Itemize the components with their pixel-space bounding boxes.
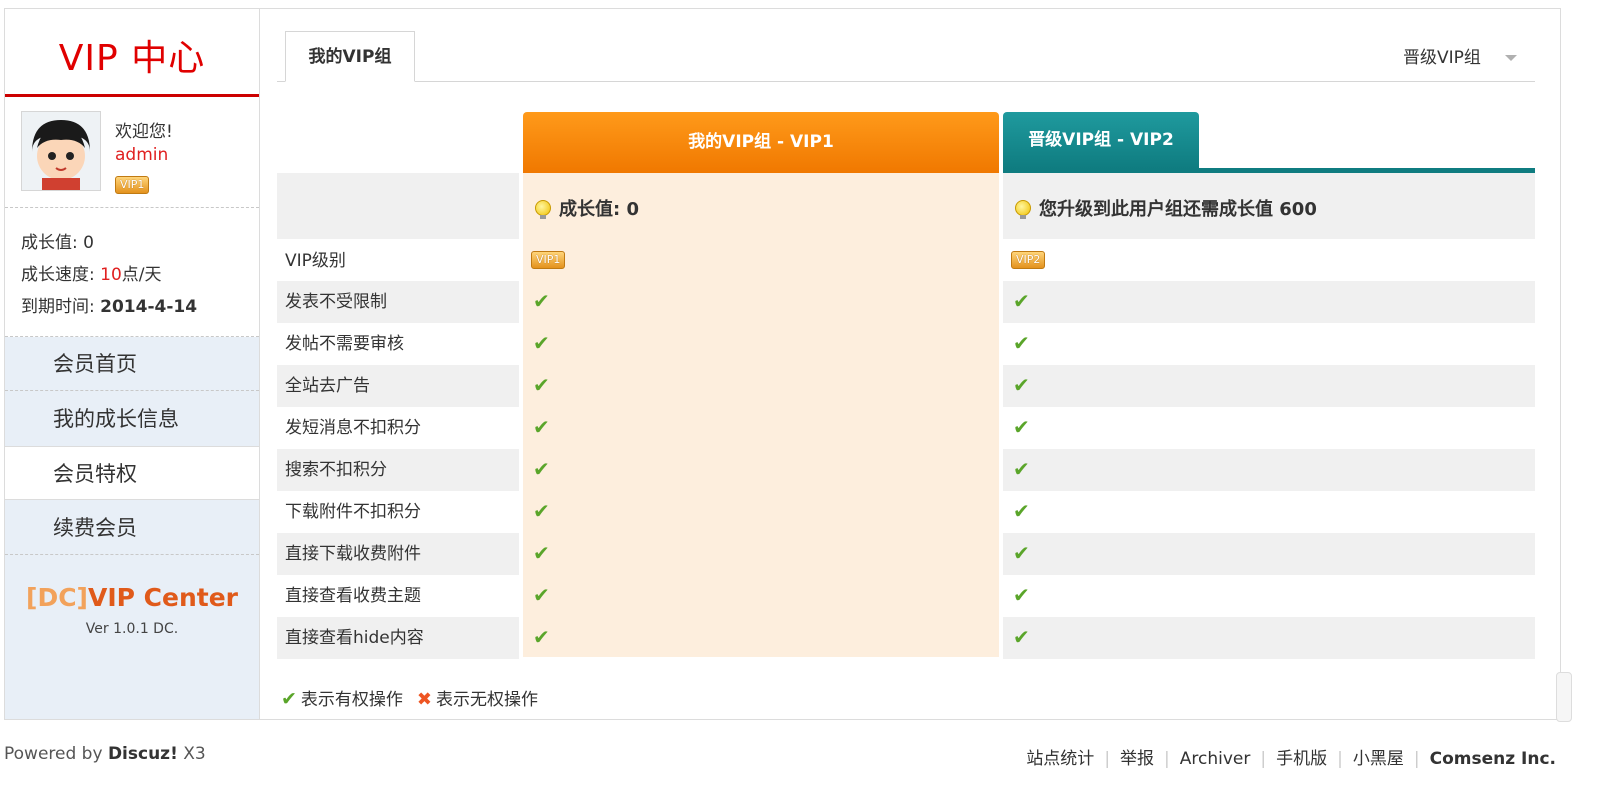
privilege-label: 下载附件不扣积分 xyxy=(285,502,421,522)
avatar[interactable] xyxy=(21,111,101,191)
legend: ✔ 表示有权操作 ✖ 表示无权操作 xyxy=(281,688,539,710)
table-row: 发帖不需要审核 ✔ ✔ xyxy=(277,323,1535,365)
footer-link-stats[interactable]: 站点统计 xyxy=(1026,749,1094,769)
footer-link-blackroom[interactable]: 小黑屋 xyxy=(1353,749,1404,769)
brand-version: Ver 1.0.1 DC. xyxy=(85,621,179,637)
page-title: VIP 中心 xyxy=(58,38,206,79)
powered-by: Powered by Discuz! X3 xyxy=(4,744,206,764)
welcome-text: 欢迎您! xyxy=(115,122,173,142)
check-icon: ✔ xyxy=(533,541,550,565)
tab-my-vip-group[interactable]: 我的VIP组 xyxy=(285,31,415,82)
user-card: 欢迎您! admin VIP1 xyxy=(5,97,259,208)
brand-logo: [DC]VIP Center xyxy=(26,583,238,612)
discuz-link[interactable]: Discuz! xyxy=(108,744,178,764)
table-row: 发短消息不扣积分 ✔ ✔ xyxy=(277,407,1535,449)
check-icon: ✔ xyxy=(1013,289,1030,313)
expire-stat: 到期时间: 2014-4-14 xyxy=(21,297,198,317)
sidebar-item-member-privileges[interactable]: 会员特权 xyxy=(5,446,259,500)
chevron-down-icon xyxy=(1504,55,1517,61)
check-icon: ✔ xyxy=(533,583,550,607)
sidebar: VIP 中心 欢迎您! admin VIP1 成长值: 0 成长速度: 10点/… xyxy=(5,9,260,719)
sidebar-item-renew-membership[interactable]: 续费会员 xyxy=(5,501,259,555)
check-icon: ✔ xyxy=(1013,373,1030,397)
vip-center-frame: VIP 中心 欢迎您! admin VIP1 成长值: 0 成长速度: 10点/… xyxy=(4,8,1561,720)
sidebar-header: VIP 中心 xyxy=(5,9,259,97)
privilege-label: 直接查看收费主题 xyxy=(285,586,421,606)
privilege-label: 直接查看hide内容 xyxy=(277,617,519,659)
speed-stat: 成长速度: 10点/天 xyxy=(21,265,162,285)
check-icon: ✔ xyxy=(1013,625,1030,649)
cross-icon: ✖ xyxy=(416,689,433,710)
check-icon: ✔ xyxy=(281,688,297,710)
scroll-handle[interactable] xyxy=(1556,672,1572,722)
table-row: 发表不受限制 ✔ ✔ xyxy=(277,281,1535,323)
avatar-image-icon xyxy=(22,112,100,190)
privilege-label: 发短消息不扣积分 xyxy=(285,418,421,438)
upgrade-vip-dropdown[interactable]: 晋级VIP组 xyxy=(1403,43,1517,68)
current-group-header: 我的VIP组 - VIP1 xyxy=(523,112,999,173)
check-icon: ✔ xyxy=(533,415,550,439)
vip1-badge-icon: VIP1 xyxy=(115,176,150,194)
footer-link-mobile[interactable]: 手机版 xyxy=(1276,749,1327,769)
growth-row: 成长值: 0 您升级到此用户组还需成长值 600 xyxy=(277,173,1535,239)
table-row: 直接下载收费附件 ✔ ✔ xyxy=(277,533,1535,575)
sidebar-item-growth-info[interactable]: 我的成长信息 xyxy=(5,392,259,446)
privilege-label: 全站去广告 xyxy=(277,365,519,407)
user-stats: 成长值: 0 成长速度: 10点/天 到期时间: 2014-4-14 xyxy=(5,208,259,337)
vip2-badge-icon: VIP2 xyxy=(1011,251,1046,269)
footer-link-report[interactable]: 举报 xyxy=(1120,749,1154,769)
footer-link-comsenz[interactable]: Comsenz Inc. xyxy=(1430,749,1556,769)
table-row: 直接查看收费主题 ✔ ✔ xyxy=(277,575,1535,617)
upgrade-group-header[interactable]: 晋级VIP组 - VIP2 xyxy=(1003,112,1199,169)
table-row: 全站去广告 ✔ ✔ xyxy=(277,365,1535,407)
check-icon: ✔ xyxy=(1013,331,1030,355)
lightbulb-icon xyxy=(1015,200,1031,219)
privilege-label: 发帖不需要审核 xyxy=(285,334,404,354)
vip1-badge-icon: VIP1 xyxy=(531,251,566,269)
check-icon: ✔ xyxy=(533,373,550,397)
privilege-label: 发表不受限制 xyxy=(277,281,519,323)
check-icon: ✔ xyxy=(533,331,550,355)
table-row: 直接查看hide内容 ✔ ✔ xyxy=(277,617,1535,659)
privilege-label: 搜索不扣积分 xyxy=(277,449,519,491)
username-link[interactable]: admin xyxy=(115,145,168,165)
check-icon: ✔ xyxy=(533,289,550,313)
check-icon: ✔ xyxy=(533,499,550,523)
footer-link-archiver[interactable]: Archiver xyxy=(1180,749,1251,769)
table-row: VIP级别 VIP1 VIP2 xyxy=(277,241,1535,281)
privilege-label: 直接下载收费附件 xyxy=(277,533,519,575)
check-icon: ✔ xyxy=(533,625,550,649)
check-icon: ✔ xyxy=(533,457,550,481)
lightbulb-icon xyxy=(535,200,551,219)
table-row: 下载附件不扣积分 ✔ ✔ xyxy=(277,491,1535,533)
check-icon: ✔ xyxy=(1013,583,1030,607)
tab-bar-line xyxy=(277,81,1535,82)
table-row: 搜索不扣积分 ✔ ✔ xyxy=(277,449,1535,491)
check-icon: ✔ xyxy=(1013,457,1030,481)
check-icon: ✔ xyxy=(1013,541,1030,565)
footer-links: 站点统计 | 举报 | Archiver | 手机版 | 小黑屋 | Comsenz Inc. xyxy=(1026,749,1556,769)
growth-stat: 成长值: 0 xyxy=(21,233,94,253)
check-icon: ✔ xyxy=(1013,415,1030,439)
check-icon: ✔ xyxy=(1013,499,1030,523)
sidebar-item-member-home[interactable]: 会员首页 xyxy=(5,337,259,391)
